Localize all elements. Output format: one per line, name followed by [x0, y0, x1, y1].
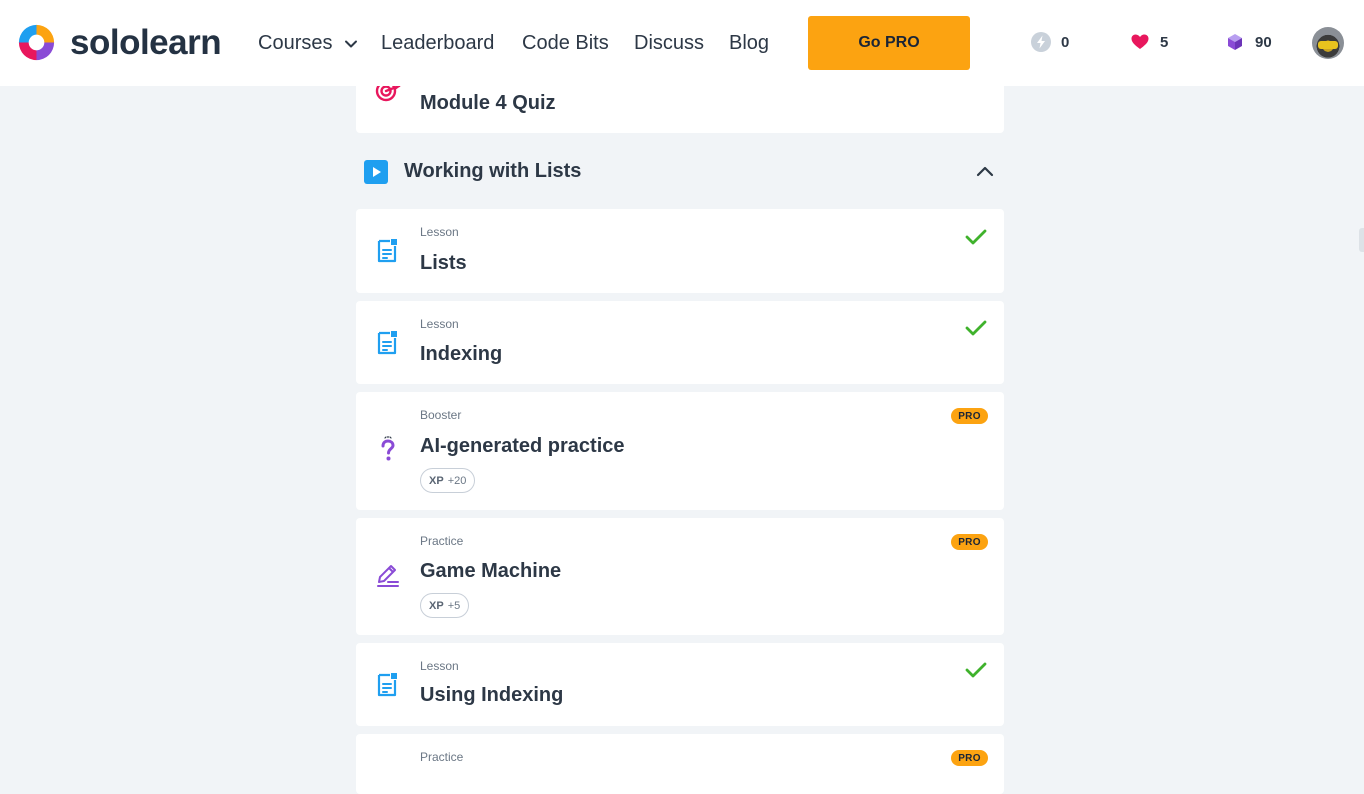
xp-label: XP: [429, 474, 444, 487]
module-quiz-title: Module 4 Quiz: [420, 92, 556, 114]
bits-count: 90: [1255, 33, 1272, 51]
pro-badge: PRO: [951, 408, 988, 424]
streak-bolt-icon: [1031, 32, 1051, 52]
bits-counter[interactable]: 90: [1225, 32, 1272, 52]
bits-cube-icon: [1228, 34, 1242, 50]
pro-badge: PRO: [951, 534, 988, 550]
check-icon: [965, 662, 987, 678]
nav-leaderboard[interactable]: Leaderboard: [381, 30, 494, 56]
xp-label: XP: [429, 599, 444, 612]
xp-value: +20: [447, 474, 467, 487]
section-header[interactable]: Working with Lists: [356, 150, 1004, 192]
item-title: Game Machine: [420, 560, 562, 582]
lesson-icon: [377, 331, 397, 355]
item-title: Using Indexing: [420, 684, 564, 706]
item-type: Lesson: [420, 317, 459, 331]
streak-counter[interactable]: 0: [1031, 32, 1069, 52]
sololearn-logo-icon: [18, 24, 55, 61]
nav-blog[interactable]: Blog: [729, 30, 769, 56]
nav-courses[interactable]: Courses: [258, 30, 358, 56]
sololearn-logo[interactable]: sololearn: [15, 21, 222, 64]
top-navbar: sololearn Courses Leaderboard Code Bits …: [0, 0, 1364, 86]
hearts-counter[interactable]: 5: [1130, 32, 1168, 52]
nav-courses-label: Courses: [258, 32, 333, 54]
xp-value: +5: [447, 599, 461, 612]
list-item-lesson[interactable]: Lesson Lists: [356, 209, 1004, 293]
xp-reward-pill: XP +20: [420, 468, 476, 493]
item-title: Lists: [420, 252, 467, 274]
lesson-icon: [377, 673, 397, 697]
section-title: Working with Lists: [404, 160, 582, 182]
nav-discuss[interactable]: Discuss: [634, 30, 704, 56]
check-icon: [965, 320, 987, 336]
avatar[interactable]: [1312, 27, 1344, 59]
list-item-practice[interactable]: Practice Game Machine XP +5 PRO: [356, 518, 1004, 635]
heart-icon: [1131, 34, 1149, 49]
list-item-booster[interactable]: Booster AI-generated practice XP +20 PRO: [356, 392, 1004, 510]
list-item-lesson[interactable]: Lesson Indexing: [356, 301, 1004, 384]
question-icon: [381, 436, 395, 461]
avatar-image: [1318, 41, 1338, 49]
chevron-down-icon: [345, 40, 358, 48]
item-title: Indexing: [420, 343, 503, 365]
item-type: Lesson: [420, 225, 459, 239]
item-title: AI-generated practice: [420, 435, 625, 457]
list-item-practice[interactable]: Practice PRO: [356, 734, 1004, 794]
item-type: Practice: [420, 750, 464, 764]
item-type: Practice: [420, 534, 464, 548]
item-type: Booster: [420, 408, 462, 422]
lesson-icon: [377, 239, 397, 263]
check-icon: [965, 229, 987, 245]
play-icon: [364, 160, 388, 184]
go-pro-button[interactable]: Go PRO: [808, 16, 970, 70]
scrollbar-thumb[interactable]: [1359, 228, 1364, 252]
nav-code-bits[interactable]: Code Bits: [522, 30, 609, 56]
xp-reward-pill: XP +5: [420, 593, 470, 618]
hearts-count: 5: [1160, 33, 1169, 51]
streak-count: 0: [1061, 33, 1070, 51]
item-type: Lesson: [420, 659, 459, 673]
pencil-icon: [377, 565, 399, 587]
sololearn-wordmark: sololearn: [70, 23, 222, 62]
pro-badge: PRO: [951, 750, 988, 766]
chevron-up-icon[interactable]: [974, 162, 996, 180]
list-item-lesson[interactable]: Lesson Using Indexing: [356, 643, 1004, 726]
